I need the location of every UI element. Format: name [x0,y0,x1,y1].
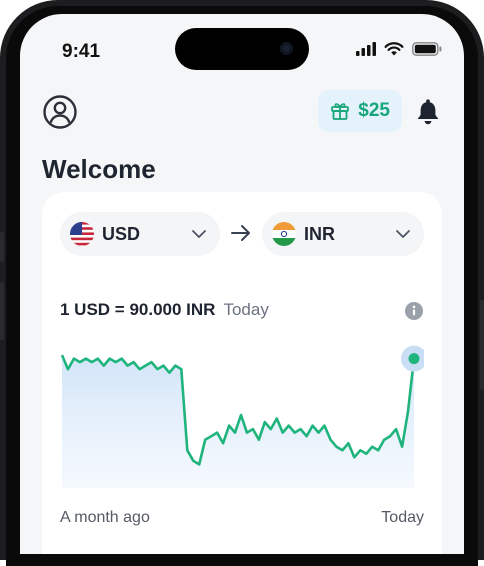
exchange-rate-row: 1 USD = 90.000 INR Today [60,300,269,320]
exchange-rate: 1 USD = 90.000 INR [60,300,215,319]
chart-x-label-start: A month ago [60,509,150,527]
page-title: Welcome [42,154,156,185]
profile-button[interactable] [42,94,78,130]
info-icon[interactable] [404,301,424,321]
rate-history-chart [60,338,424,488]
dynamic-island [175,28,309,70]
notifications-button[interactable] [414,98,442,126]
from-currency-code: USD [102,224,140,245]
to-currency-select[interactable]: INR [262,212,424,256]
chevron-down-icon [394,226,412,242]
wifi-icon [384,42,404,56]
status-time: 9:41 [62,41,100,63]
camera-icon [280,42,293,55]
battery-icon [412,42,442,56]
gift-icon [330,101,350,121]
rewards-badge[interactable]: $25 [318,90,402,132]
side-button-left-2 [0,282,4,340]
chart-x-label-end: Today [381,509,424,527]
profile-icon [42,94,78,130]
to-currency-code: INR [304,224,335,245]
exchange-rate-time: Today [223,300,268,319]
current-point-marker [409,353,420,364]
side-button-left [0,232,4,262]
side-button-right [480,300,484,390]
header: $25 [42,90,442,134]
bell-icon [414,98,442,126]
converter-card: USD INR 1 USD = 90.000 INRTo [42,192,442,554]
cellular-signal-icon [356,42,376,56]
from-currency-select[interactable]: USD [60,212,220,256]
chevron-down-icon [190,226,208,242]
screen: 9:41 [20,14,464,554]
status-icons [356,42,442,56]
india-flag-icon [272,222,296,246]
reward-amount: $25 [358,100,390,122]
arrow-right-icon [230,224,252,242]
us-flag-icon [70,222,94,246]
